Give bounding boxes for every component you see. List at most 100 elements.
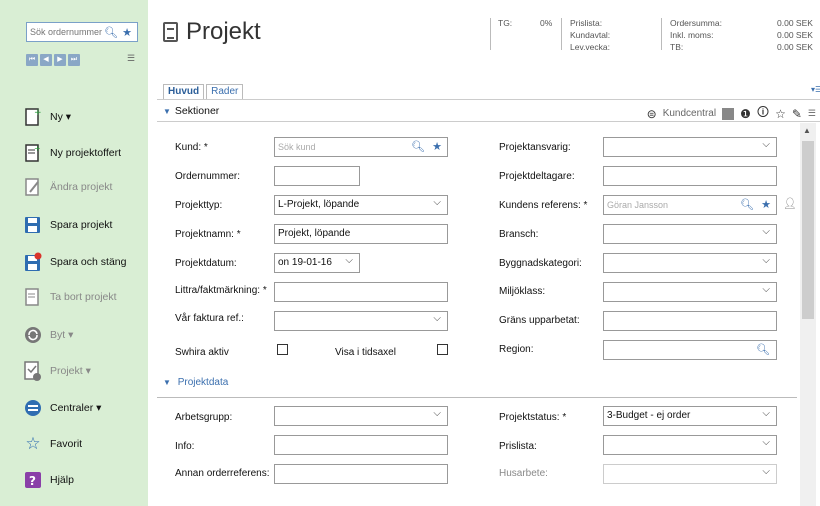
projektdatum-picker[interactable]: on 19-01-16	[274, 252, 360, 273]
sidebar-item-spara-projekt[interactable]: Spara projekt	[24, 212, 112, 238]
kundensref-search-field[interactable]: Göran Jansson 🔍︎ ★	[603, 195, 777, 215]
kundcentral-link[interactable]: Kundcentral	[663, 108, 716, 119]
sidebar-item-label: Favorit	[50, 438, 83, 450]
projektnamn-label: Projektnamn: *	[175, 229, 241, 240]
ordersumma-value: 0.00 SEK	[777, 18, 813, 28]
arbetsgrupp-label: Arbetsgrupp:	[175, 412, 233, 423]
sidebar-item-ny-projektoffert[interactable]: + Ny projektoffert	[24, 140, 121, 166]
order-search-input[interactable]	[27, 27, 103, 37]
info-label: Info:	[175, 441, 195, 452]
star-icon[interactable]: ★	[119, 26, 135, 39]
divider	[561, 18, 562, 50]
projektdata-section-toggle[interactable]: ▼ Projektdata	[163, 377, 228, 388]
sections-toggle[interactable]: ▼ Sektioner	[163, 105, 219, 117]
kundensref-label: Kundens referens: *	[499, 200, 588, 211]
sidebar-item-centraler[interactable]: Centraler ▾	[24, 395, 101, 421]
scroll-up-icon[interactable]: ▲	[803, 126, 811, 135]
kund-label: Kund: *	[175, 142, 208, 153]
next-record-button[interactable]: ▶	[54, 54, 66, 66]
sidebar-item-ta-bort-projekt[interactable]: Ta bort projekt	[24, 284, 117, 310]
divider	[661, 18, 662, 50]
star-icon[interactable]: ☆	[775, 107, 786, 121]
bransch-select[interactable]	[603, 223, 777, 244]
varfaktura-select[interactable]	[274, 310, 448, 331]
star-icon[interactable]: ★	[761, 196, 771, 214]
star-icon[interactable]: ★	[432, 138, 442, 156]
order-search-box[interactable]: 🔍︎ ★	[26, 22, 138, 42]
projekttyp-select[interactable]: L-Projekt, löpande	[274, 194, 448, 215]
ordernummer-field[interactable]	[274, 166, 360, 186]
svg-text:?: ?	[29, 474, 36, 488]
tb-label: TB:	[670, 42, 684, 52]
document-icon	[163, 22, 178, 42]
customer-central-icon[interactable]: ⊜	[647, 107, 657, 121]
annan-orderreferens-field[interactable]	[274, 464, 448, 484]
toolbar-actions: ⊜ Kundcentral ❶ 🛈 ☆ ✎ ☰	[647, 103, 816, 124]
sidebar-item-favorit[interactable]: ☆ Favorit	[24, 431, 82, 457]
projektstatus-select[interactable]: 3-Budget - ej order	[603, 405, 777, 426]
region-search-field[interactable]: 🔍︎	[603, 340, 777, 360]
grans-field[interactable]	[603, 311, 777, 331]
previous-record-button[interactable]: ◀	[40, 54, 52, 66]
edit-document-icon	[24, 176, 42, 198]
husarbete-select[interactable]	[603, 463, 777, 484]
projektansvarig-select[interactable]	[603, 136, 777, 157]
delete-document-icon	[24, 286, 42, 308]
price-info-labels: Prislista: Kundavtal: Lev.vecka:	[570, 17, 610, 53]
info-box-icon[interactable]: 🛈	[757, 103, 769, 124]
info-field[interactable]	[274, 435, 448, 455]
littra-field[interactable]	[274, 282, 448, 302]
scroll-thumb[interactable]	[802, 141, 814, 319]
info-circle-icon[interactable]: ❶	[740, 107, 751, 121]
sum-labels: Ordersumma: Inkl. moms: TB:	[670, 17, 722, 53]
miljoklass-label: Miljöklass:	[499, 286, 546, 297]
sidebar-item-byt[interactable]: Byt ▾	[24, 322, 73, 348]
sections-label: Sektioner	[174, 105, 220, 117]
star-icon: ☆	[25, 434, 41, 453]
save-close-icon	[24, 251, 42, 273]
tab-huvud[interactable]: Huvud	[163, 84, 205, 99]
scrollbar[interactable]: ▲	[800, 123, 816, 506]
save-icon	[24, 214, 42, 236]
arbetsgrupp-select[interactable]	[274, 405, 448, 426]
pen-icon[interactable]: ✎	[792, 107, 802, 121]
menu-icon[interactable]: ☰	[808, 108, 816, 119]
byggnadskategori-select[interactable]	[603, 252, 777, 273]
prislista-label: Prislista:	[499, 441, 537, 452]
swhira-checkbox[interactable]	[277, 344, 288, 355]
sidebar: 🔍︎ ★ ⏮ ◀ ▶ ⏭ ☰ + Ny ▾ + Ny projektoffert…	[0, 0, 148, 506]
tg-label: TG:	[498, 18, 513, 28]
miljoklass-select[interactable]	[603, 281, 777, 302]
prislista-select[interactable]	[603, 434, 777, 455]
inklmoms-value: 0.00 SEK	[777, 30, 813, 40]
switch-icon	[24, 324, 42, 346]
person-icon[interactable]: 👤︎	[783, 197, 797, 210]
collapse-icon[interactable]: ▾☰	[811, 85, 820, 94]
bransch-label: Bransch:	[499, 229, 539, 240]
kund-search-field[interactable]: Sök kund 🔍︎ ★	[274, 137, 448, 157]
projektdeltagare-field[interactable]	[603, 166, 777, 186]
projektnamn-field[interactable]: Projekt, löpande	[274, 224, 448, 244]
color-square-icon[interactable]	[722, 107, 735, 120]
first-record-button[interactable]: ⏮	[26, 54, 38, 66]
annan-label: Annan orderreferens:	[175, 468, 270, 479]
kund-placeholder: Sök kund	[278, 142, 316, 152]
sidebar-menu-icon[interactable]: ☰	[127, 53, 135, 64]
kundavtal-label: Kundavtal:	[570, 30, 611, 40]
sidebar-item-projekt[interactable]: Projekt ▾	[24, 358, 91, 384]
visa-tidsaxel-checkbox[interactable]	[437, 344, 448, 355]
chevron-down-icon: ▼	[163, 107, 171, 116]
sidebar-item-andra-projekt[interactable]: Ändra projekt	[24, 174, 112, 200]
sidebar-item-hjalp[interactable]: ? Hjälp	[24, 467, 74, 493]
search-icon[interactable]: 🔍︎	[411, 138, 425, 156]
tab-rader[interactable]: Rader	[206, 84, 244, 99]
search-icon[interactable]: 🔍︎	[103, 26, 119, 39]
projektansvarig-label: Projektansvarig:	[499, 142, 571, 153]
prislista-label: Prislista:	[570, 18, 603, 28]
search-icon[interactable]: 🔍︎	[756, 341, 770, 359]
search-icon[interactable]: 🔍︎	[740, 196, 754, 214]
help-icon: ?	[24, 469, 42, 491]
sidebar-item-ny[interactable]: + Ny ▾	[24, 104, 71, 130]
last-record-button[interactable]: ⏭	[68, 54, 80, 66]
sidebar-item-spara-och-stang[interactable]: Spara och stäng	[24, 249, 126, 275]
